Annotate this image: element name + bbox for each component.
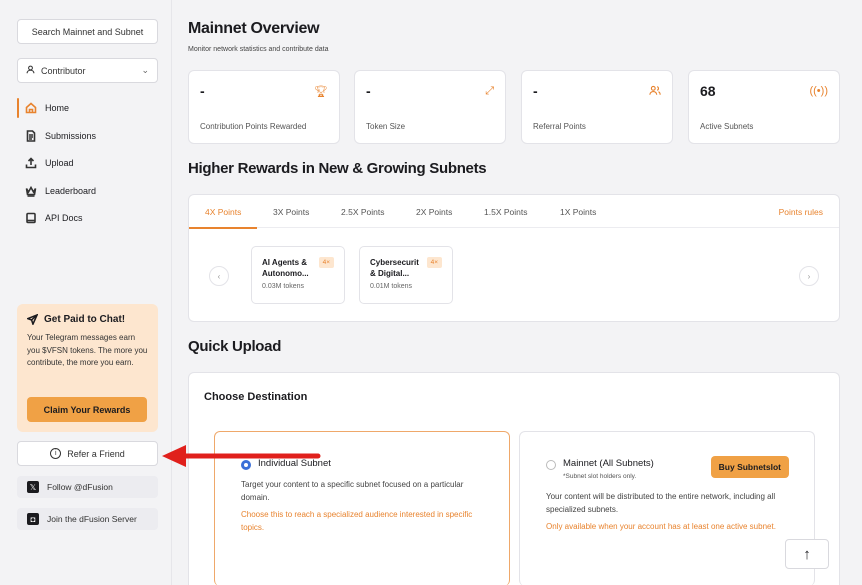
claim-rewards-button[interactable]: Claim Your Rewards (27, 397, 147, 422)
upload-icon (25, 157, 37, 169)
option-restriction-note: *Subnet slot holders only. (563, 473, 637, 480)
promo-title: Get Paid to Chat! (27, 314, 148, 325)
points-rules-link[interactable]: Points rules (779, 195, 823, 228)
telegram-promo-card: Get Paid to Chat! Your Telegram messages… (17, 304, 158, 432)
subnet-tokens: 0.01M tokens (370, 283, 413, 290)
broadcast-icon: ((•)) (809, 85, 828, 97)
x-logo-icon: 𝕏 (27, 481, 39, 493)
tab-1x-points[interactable]: 1X Points (560, 195, 596, 228)
radio-unselected[interactable] (546, 460, 556, 470)
sidebar-item-home[interactable]: Home (17, 96, 167, 120)
stat-card-active-subnets: 68 ((•)) Active Subnets (688, 70, 840, 144)
subnet-tokens: 0.03M tokens (262, 283, 305, 290)
role-select[interactable]: Contributor ⌄ (17, 58, 158, 83)
refer-label: Refer a Friend (67, 448, 125, 459)
carousel-next-button[interactable]: › (799, 266, 819, 286)
chevron-down-icon: ⌄ (141, 65, 149, 75)
sidebar-item-submissions[interactable]: Submissions (17, 124, 167, 148)
discord-icon: ◘ (27, 513, 39, 525)
destination-option-mainnet[interactable]: Mainnet (All Subnets) *Subnet slot holde… (519, 431, 815, 585)
stat-card-contribution-points: - 🏆︎ Contribution Points Rewarded (188, 70, 340, 144)
buy-subnetslot-button[interactable]: Buy Subnetslot (710, 456, 789, 478)
role-label: Contributor (41, 65, 86, 76)
quick-upload-title: Quick Upload (188, 338, 282, 355)
arrow-up-icon: ↑ (803, 545, 811, 563)
destination-title: Choose Destination (204, 391, 308, 403)
sidebar-item-label: Leaderboard (45, 185, 97, 196)
follow-label: Follow @dFusion (47, 482, 113, 492)
option-note: Only available when your account has at … (546, 522, 776, 531)
join-server-link[interactable]: ◘ Join the dFusion Server (17, 508, 158, 530)
trophy-icon: 🏆︎ (314, 86, 328, 98)
option-description: Target your content to a specific subnet… (241, 480, 464, 502)
carousel-prev-button[interactable]: ‹ (209, 266, 229, 286)
points-tabs: 4X Points 3X Points 2.5X Points 2X Point… (188, 195, 839, 229)
refer-friend-button[interactable]: i Refer a Friend (17, 441, 158, 466)
users-icon (649, 85, 661, 99)
multiplier-badge: 4× (318, 257, 334, 268)
rewards-section-title: Higher Rewards in New & Growing Subnets (188, 160, 487, 177)
option-description: Your content will be distributed to the … (546, 492, 776, 514)
main-content: Mainnet Overview Monitor network statist… (172, 0, 862, 585)
subnet-name: AI Agents & Autonomo... (262, 258, 309, 278)
tab-2-5x-points[interactable]: 2.5X Points (341, 195, 384, 228)
sidebar-item-label: Submissions (45, 130, 97, 141)
tab-1-5x-points[interactable]: 1.5X Points (484, 195, 527, 228)
subnet-card[interactable]: Cybersecurit & Digital... 4× 0.01M token… (359, 246, 453, 304)
sidebar-item-label: Home (45, 103, 70, 113)
promo-title-text: Get Paid to Chat! (44, 314, 126, 325)
option-title: Mainnet (All Subnets) (563, 458, 654, 469)
page-subtitle: Monitor network statistics and contribut… (188, 46, 329, 53)
info-icon: i (50, 448, 62, 459)
sidebar: Search Mainnet and Subnet Contributor ⌄ … (0, 0, 172, 585)
stat-card-token-size: - ⤢ Token Size (354, 70, 506, 144)
join-label: Join the dFusion Server (47, 514, 137, 524)
option-note: Choose this to reach a specialized audie… (241, 510, 473, 532)
annotation-arrow (162, 445, 321, 467)
stat-card-referral-points: - Referral Points (521, 70, 673, 144)
tab-4x-points[interactable]: 4X Points (188, 195, 258, 229)
subnet-card[interactable]: AI Agents & Autonomo... 4× 0.03M tokens (251, 246, 345, 304)
rewards-card: 4X Points 3X Points 2.5X Points 2X Point… (188, 194, 840, 322)
sidebar-item-label: API Docs (45, 213, 83, 223)
page-title: Mainnet Overview (188, 20, 320, 37)
book-icon (26, 212, 36, 224)
promo-text: Your Telegram messages earn you $VFSN to… (27, 333, 148, 367)
stat-label: Active Subnets (700, 122, 754, 131)
user-icon (26, 65, 35, 76)
stat-label: Token Size (366, 122, 406, 131)
sidebar-nav: Home Submissions Upload Leaderboard API … (17, 96, 167, 234)
sidebar-item-leaderboard[interactable]: Leaderboard (17, 179, 167, 203)
home-icon (25, 102, 37, 114)
chevron-right-icon: › (807, 271, 811, 281)
search-button[interactable]: Search Mainnet and Subnet (17, 19, 158, 44)
stat-label: Referral Points (533, 122, 586, 131)
sidebar-item-api-docs[interactable]: API Docs (17, 206, 167, 230)
chevron-left-icon: ‹ (217, 271, 221, 281)
tab-2x-points[interactable]: 2X Points (416, 195, 452, 228)
stat-value: 68 (700, 83, 716, 99)
stat-value: - (200, 83, 205, 99)
scroll-to-top-button[interactable]: ↑ (785, 539, 829, 569)
sidebar-item-label: Upload (45, 158, 74, 168)
crown-icon (25, 185, 37, 197)
sidebar-item-upload[interactable]: Upload (17, 151, 167, 175)
follow-dfusion-link[interactable]: 𝕏 Follow @dFusion (17, 476, 158, 498)
document-icon (26, 129, 36, 142)
stat-value: - (533, 83, 538, 99)
subnet-name: Cybersecurit & Digital... (370, 258, 419, 278)
tab-3x-points[interactable]: 3X Points (273, 195, 309, 228)
expand-icon: ⤢ (485, 85, 494, 97)
multiplier-badge: 4× (426, 257, 442, 268)
send-icon (27, 314, 38, 325)
stat-value: - (366, 83, 371, 99)
stat-label: Contribution Points Rewarded (200, 122, 307, 131)
quick-upload-card: Choose Destination Individual Subnet Tar… (188, 372, 840, 585)
